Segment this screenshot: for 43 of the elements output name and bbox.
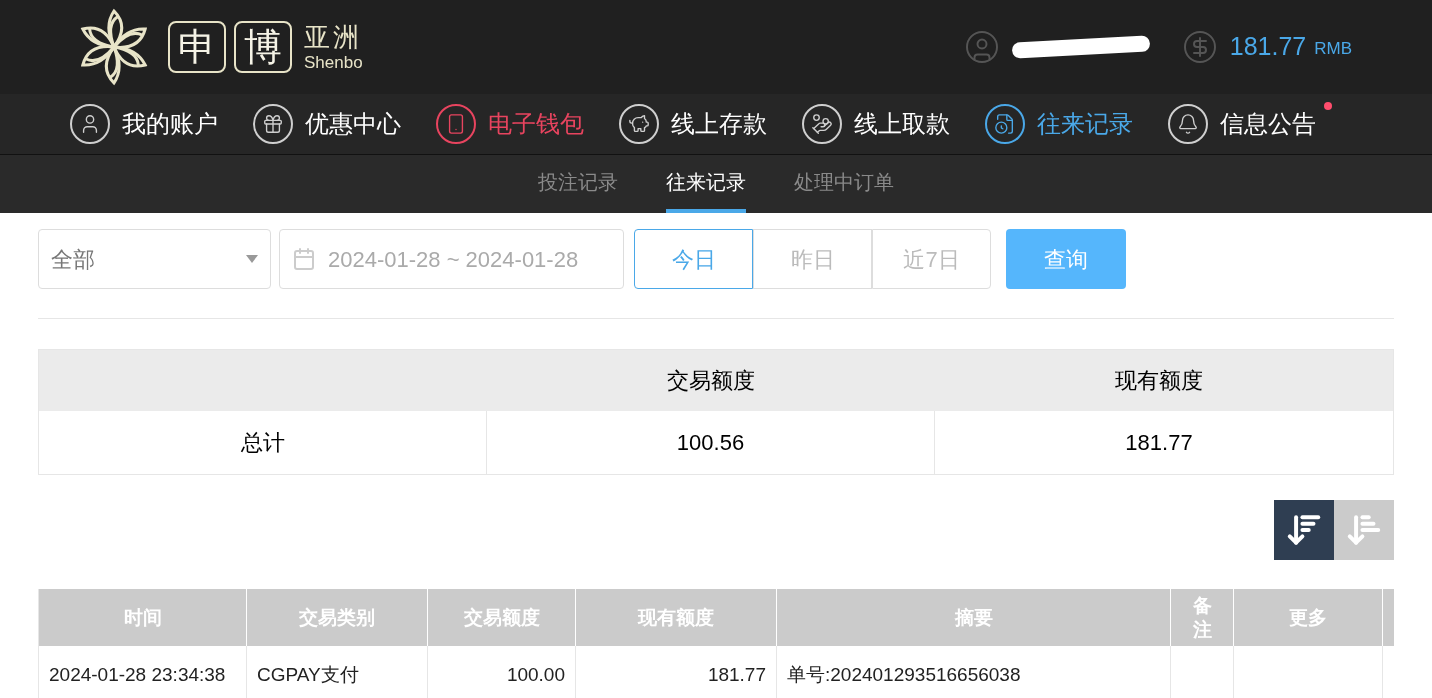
dollar-icon	[1181, 29, 1218, 65]
sort-descending-button[interactable]	[1274, 500, 1334, 560]
select-value: 全部	[51, 245, 95, 274]
logo-character: 博	[234, 21, 292, 73]
bell-icon	[1168, 104, 1208, 144]
column-header: 现有额度	[1114, 367, 1204, 395]
nav-item[interactable]: 优惠中心	[253, 102, 436, 146]
calendar-icon	[292, 247, 316, 271]
nav-item[interactable]: 线上取款	[802, 102, 985, 146]
category-select[interactable]: 全部	[38, 229, 271, 289]
currency-label: RMB	[1314, 38, 1352, 61]
sub-tab[interactable]: 往来记录	[666, 155, 746, 213]
table-cell: 总计	[39, 411, 487, 474]
gift-icon	[253, 104, 293, 144]
user-icon	[963, 29, 1000, 65]
nav-item[interactable]: 线上存款	[619, 102, 802, 146]
table-cell-text: 100.00	[506, 662, 565, 687]
piggy-bank-icon	[619, 104, 659, 144]
table-cell-text: 单号:202401293516656038	[787, 662, 1021, 687]
nav-item[interactable]: 我的账户	[70, 102, 253, 146]
sub-tab[interactable]: 处理中订单	[794, 155, 894, 213]
hand-coin-icon	[802, 104, 842, 144]
logo-title: 亚洲	[304, 23, 363, 50]
caret-icon	[246, 255, 258, 263]
nav-item[interactable]: 电子钱包	[436, 102, 619, 146]
nav-item[interactable]: 信息公告	[1168, 102, 1351, 146]
range-button[interactable]: 今日	[634, 229, 753, 289]
nav-item[interactable]: 往来记录	[985, 102, 1168, 146]
user-icon	[70, 104, 110, 144]
column-header: 交易额度	[666, 367, 756, 395]
balance-amount: 181.77	[1229, 31, 1307, 63]
table-cell-text: 181.77	[1124, 429, 1194, 457]
clock-document-icon	[985, 104, 1025, 144]
date-range-value: 2024-01-28 ~ 2024-01-28	[328, 245, 579, 274]
table-cell: 100.56	[487, 411, 935, 474]
table-cell-text: CGPAY支付	[257, 662, 359, 687]
sub-tab[interactable]: 投注记录	[538, 155, 618, 213]
table-cell-text: 2024-01-28 23:34:38	[49, 662, 226, 687]
phone-icon	[436, 104, 476, 144]
logo-subtitle: Shenbo	[304, 53, 363, 71]
table-cell-text: 181.77	[707, 662, 766, 687]
date-range-field[interactable]: 2024-01-28 ~ 2024-01-28	[279, 229, 624, 289]
logo-character: 申	[168, 21, 226, 73]
